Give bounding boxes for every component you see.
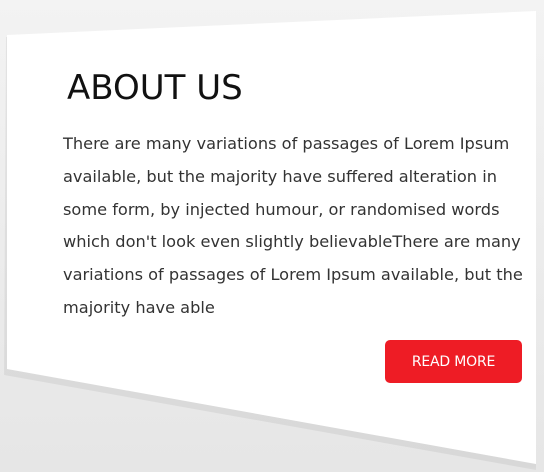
about-title: ABOUT US — [67, 68, 243, 108]
about-description: There are many variations of passages of… — [63, 134, 523, 317]
read-more-button[interactable]: READ MORE — [385, 340, 522, 383]
